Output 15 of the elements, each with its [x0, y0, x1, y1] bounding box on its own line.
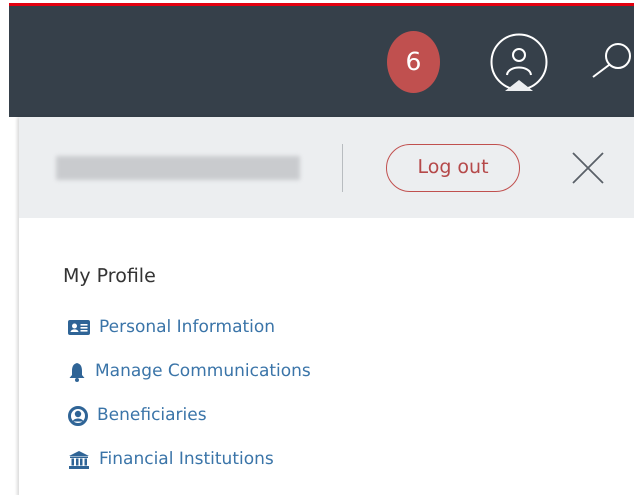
- section-title: My Profile: [63, 264, 157, 289]
- close-icon: [572, 152, 604, 184]
- user-account-button[interactable]: [490, 32, 548, 90]
- user-circle-icon: [68, 406, 88, 426]
- bank-icon: [68, 450, 90, 470]
- profile-menu-link[interactable]: Financial Institutions: [68, 448, 274, 470]
- profile-menu-link[interactable]: Personal Information: [68, 316, 276, 338]
- profile-menu-link[interactable]: Beneficiaries: [68, 404, 207, 426]
- logout-button[interactable]: Log out: [386, 144, 520, 192]
- close-button[interactable]: [572, 152, 604, 184]
- profile-menu-link[interactable]: Manage Communications: [68, 360, 311, 382]
- id-card-icon: [68, 318, 90, 338]
- notification-badge[interactable]: 6: [387, 30, 440, 92]
- bell-icon: [68, 362, 86, 382]
- user-icon: [490, 32, 548, 90]
